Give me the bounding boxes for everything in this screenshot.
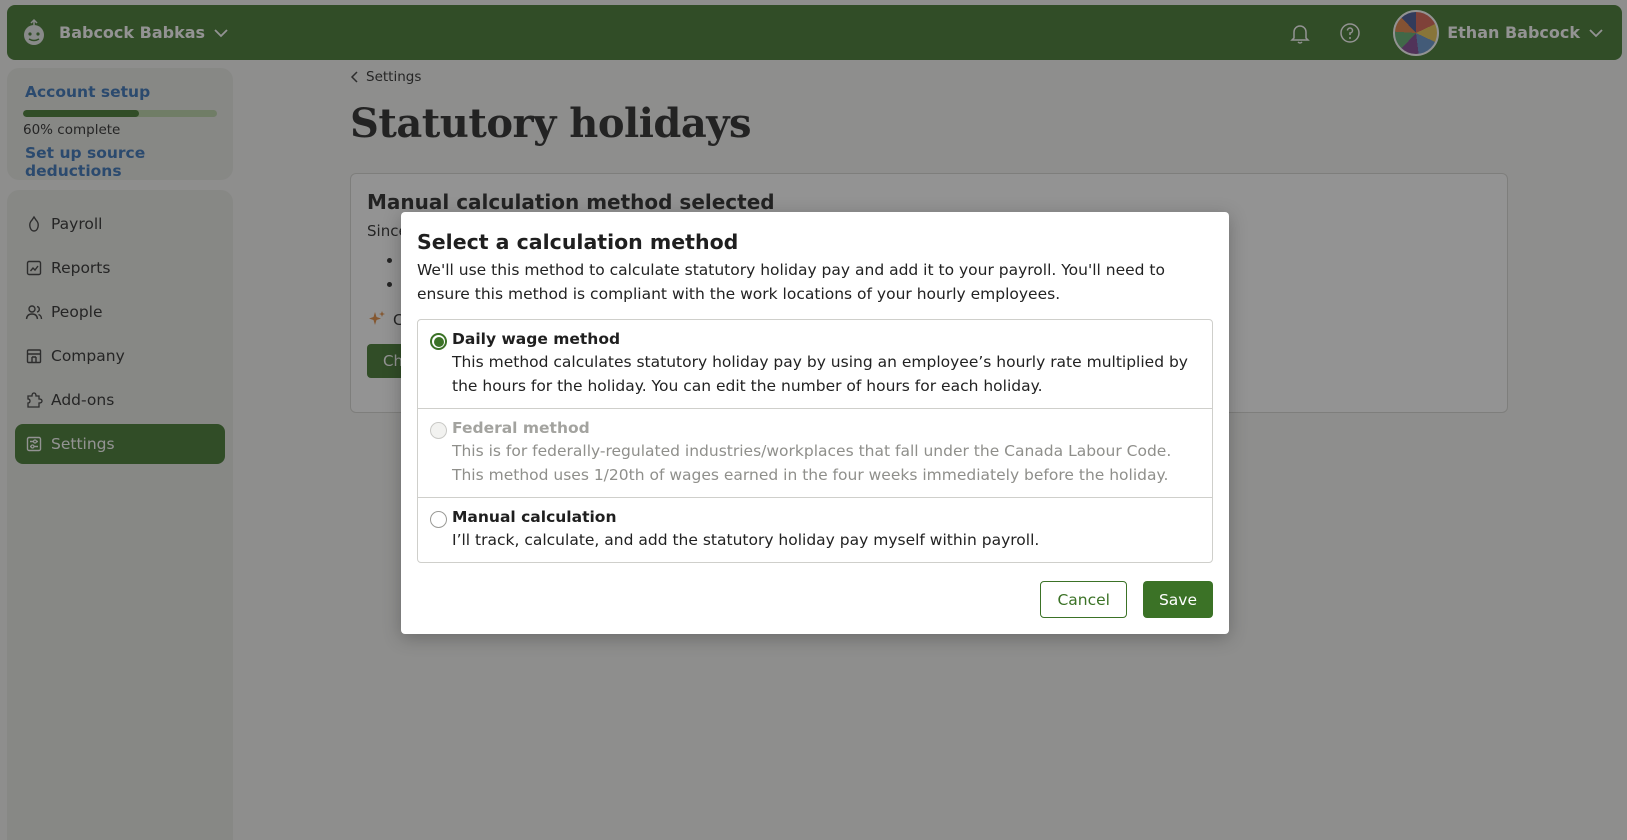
option-description: I’ll track, calculate, and add the statu… bbox=[452, 531, 1040, 549]
option-description: This method calculates statutory holiday… bbox=[452, 353, 1188, 395]
option-title: Manual calculation bbox=[452, 508, 617, 526]
option-daily-wage[interactable]: Daily wage method This method calculates… bbox=[418, 320, 1212, 409]
dialog-description: We'll use this method to calculate statu… bbox=[417, 261, 1165, 303]
calculation-method-dialog: Select a calculation method We'll use th… bbox=[401, 212, 1229, 634]
radio-daily-wage[interactable] bbox=[430, 333, 447, 350]
option-description: This is for federally-regulated industri… bbox=[452, 442, 1172, 484]
option-federal: Federal method This is for federally-reg… bbox=[418, 409, 1212, 498]
dialog-title: Select a calculation method bbox=[417, 230, 739, 254]
dialog-actions: Cancel Save bbox=[1040, 581, 1213, 618]
save-button[interactable]: Save bbox=[1142, 581, 1213, 618]
option-manual[interactable]: Manual calculation I’ll track, calculate… bbox=[418, 498, 1212, 562]
radio-manual[interactable] bbox=[430, 511, 447, 528]
option-title: Daily wage method bbox=[452, 330, 621, 348]
option-title: Federal method bbox=[452, 419, 590, 437]
radio-federal bbox=[430, 422, 447, 439]
method-options: Daily wage method This method calculates… bbox=[417, 319, 1213, 563]
cancel-button[interactable]: Cancel bbox=[1040, 581, 1127, 618]
